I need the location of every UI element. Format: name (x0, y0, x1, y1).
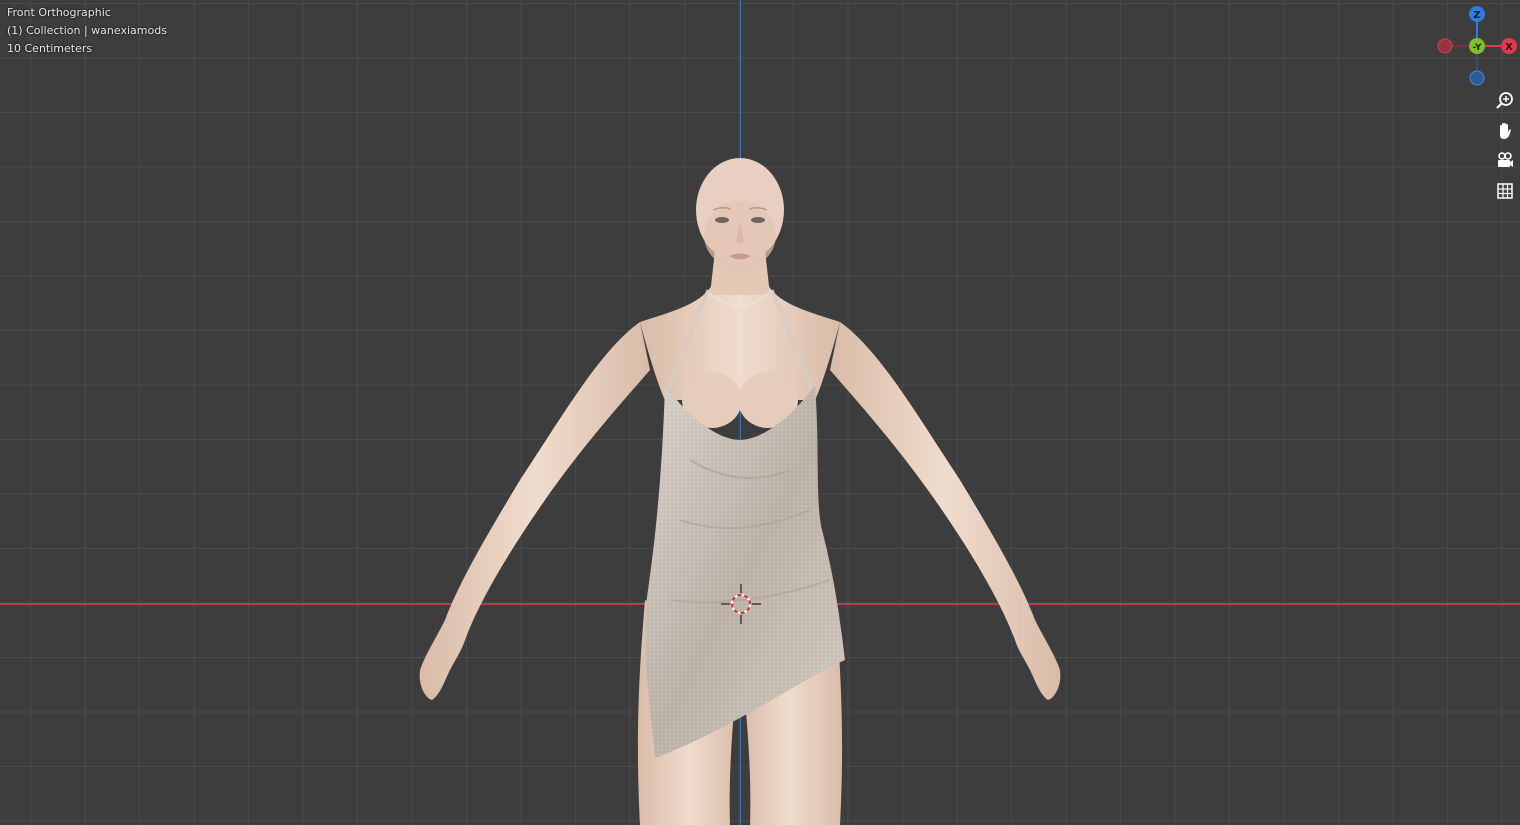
grid-icon (1497, 183, 1513, 199)
hand-pan-icon (1500, 123, 1511, 139)
svg-text:-Y: -Y (1473, 43, 1482, 53)
view-name: Front Orthographic (7, 6, 111, 19)
3d-viewport[interactable]: Front Orthographic (1) Collection | wane… (0, 0, 1520, 825)
left-eye (715, 217, 729, 223)
collection-info: (1) Collection | wanexiamods (7, 24, 167, 37)
svg-text:X: X (1505, 42, 1513, 53)
navigation-gizmo[interactable]: Z X -Y (1430, 2, 1520, 92)
camera-view-button[interactable] (1492, 148, 1518, 174)
gizmo-neg-x[interactable] (1437, 38, 1453, 54)
left-arm (419, 322, 650, 700)
svg-text:Z: Z (1473, 10, 1480, 21)
character-model[interactable] (0, 0, 1520, 825)
zoom-icon (1496, 92, 1513, 109)
right-arm (830, 322, 1061, 700)
toggle-projection-button[interactable] (1492, 178, 1518, 204)
scale-info: 10 Centimeters (7, 42, 93, 55)
camera-icon (1498, 152, 1513, 167)
3d-cursor-icon (721, 584, 761, 624)
gizmo-z[interactable]: Z (1469, 6, 1485, 22)
viewport-info: Front Orthographic (1) Collection | wane… (7, 4, 167, 58)
gizmo-x[interactable]: X (1501, 38, 1517, 54)
gizmo-neg-z[interactable] (1469, 70, 1485, 86)
pan-button[interactable] (1492, 118, 1518, 144)
gizmo-neg-y[interactable]: -Y (1469, 38, 1485, 54)
zoom-button[interactable] (1492, 88, 1518, 114)
right-eye (751, 217, 765, 223)
